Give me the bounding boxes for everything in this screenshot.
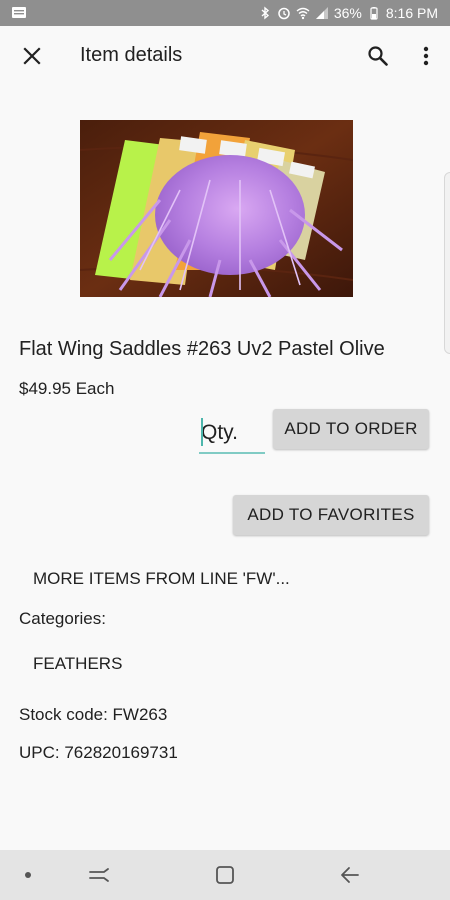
status-icons: 36% 8:16 PM bbox=[258, 0, 438, 26]
search-button[interactable] bbox=[360, 38, 396, 74]
signal-icon bbox=[315, 7, 328, 19]
close-icon bbox=[23, 47, 41, 65]
product-image bbox=[80, 120, 353, 297]
bluetooth-icon bbox=[261, 6, 269, 20]
alarm-icon bbox=[278, 7, 290, 20]
category-item-feathers[interactable]: FEATHERS bbox=[33, 654, 122, 674]
status-bar: 36% 8:16 PM bbox=[0, 0, 450, 26]
battery-percent: 36% bbox=[333, 5, 362, 21]
more-items-link[interactable]: MORE ITEMS FROM LINE 'FW'... bbox=[33, 569, 290, 589]
product-title: Flat Wing Saddles #263 Uv2 Pastel Olive bbox=[19, 338, 385, 360]
recent-apps-icon bbox=[89, 868, 109, 882]
text-cursor bbox=[201, 418, 203, 446]
edge-panel-handle[interactable] bbox=[444, 172, 450, 354]
add-to-order-button[interactable]: ADD TO ORDER bbox=[273, 409, 429, 449]
battery-icon bbox=[370, 7, 378, 20]
categories-label: Categories: bbox=[19, 609, 106, 628]
status-time: 8:16 PM bbox=[385, 5, 438, 21]
notification-icon bbox=[12, 7, 26, 18]
close-button[interactable] bbox=[14, 38, 50, 74]
back-button[interactable] bbox=[335, 860, 365, 890]
search-icon bbox=[368, 46, 388, 66]
app-bar: Item details bbox=[0, 26, 450, 86]
nav-dot-icon[interactable] bbox=[24, 871, 32, 879]
home-icon bbox=[216, 866, 234, 884]
stock-code: Stock code: FW263 bbox=[19, 705, 168, 724]
back-icon bbox=[341, 867, 359, 883]
more-vert-icon bbox=[423, 46, 429, 66]
navigation-bar bbox=[0, 850, 450, 900]
recent-apps-button[interactable] bbox=[84, 860, 114, 890]
quantity-input[interactable] bbox=[199, 414, 265, 454]
product-photo bbox=[80, 120, 353, 297]
product-price: $49.95 Each bbox=[19, 379, 115, 398]
upc-code: UPC: 762820169731 bbox=[19, 743, 178, 762]
home-button[interactable] bbox=[210, 860, 240, 890]
add-to-favorites-button[interactable]: ADD TO FAVORITES bbox=[233, 495, 429, 535]
page-title: Item details bbox=[80, 44, 183, 66]
wifi-icon bbox=[296, 7, 310, 20]
more-options-button[interactable] bbox=[408, 38, 444, 74]
